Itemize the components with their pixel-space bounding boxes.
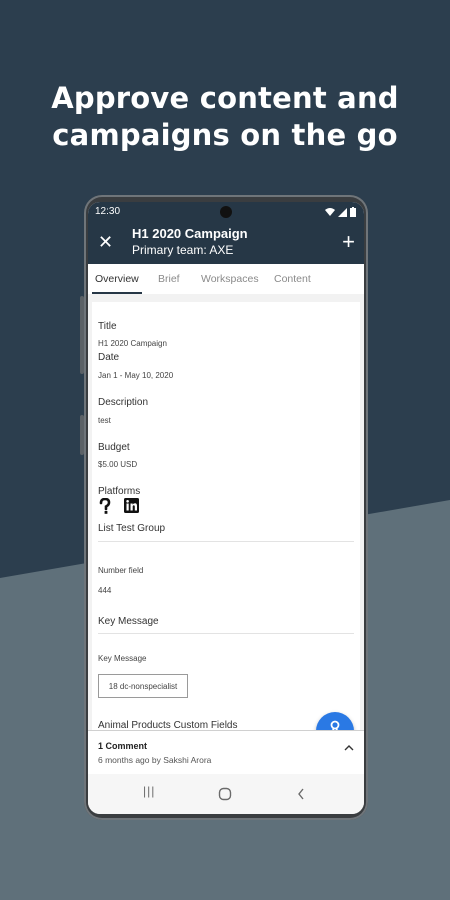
page-title: H1 2020 Campaign [132,226,248,241]
tab-workspaces[interactable]: Workspaces [201,273,259,285]
title-value: H1 2020 Campaign [98,339,167,348]
description-value: test [98,416,111,425]
headline-line-1: Approve content and [51,81,399,115]
budget-label: Budget [98,442,130,453]
divider [98,633,354,634]
recents-icon[interactable]: ||| [143,784,155,798]
title-label: Title [98,321,117,332]
overview-content[interactable]: Title H1 2020 Campaign Date Jan 1 - May … [88,294,364,738]
status-icons [325,207,356,217]
tab-bar: Overview Brief Workspaces Content [88,264,364,295]
date-value: Jan 1 - May 10, 2020 [98,371,174,380]
signal-icon [338,207,347,217]
budget-value: $5.00 USD [98,460,138,469]
phone-side-button-1 [80,296,84,374]
wifi-icon [325,208,335,216]
headline: Approve content and campaigns on the go [0,80,450,154]
key-message-section-label: Key Message [98,616,159,627]
status-bar: 12:30 [88,202,364,222]
number-field-label: Number field [98,566,144,575]
list-test-group-label: List Test Group [98,523,166,534]
battery-icon [350,207,356,217]
plus-icon[interactable]: + [342,231,355,253]
comments-meta: 6 months ago by Sakshi Arora [98,755,212,765]
platforms-label: Platforms [98,486,141,497]
tab-overview[interactable]: Overview [95,273,139,285]
details-card: Title H1 2020 Campaign Date Jan 1 - May … [92,302,360,738]
description-label: Description [98,397,149,408]
key-message-label: Key Message [98,654,147,663]
linkedin-icon [124,498,139,513]
status-time: 12:30 [95,206,121,217]
phone-side-button-2 [80,415,84,455]
tab-content[interactable]: Content [274,273,311,285]
home-icon[interactable] [218,787,232,801]
chevron-up-icon[interactable] [344,743,354,753]
headline-line-2: campaigns on the go [52,118,398,152]
page-subtitle: Primary team: AXE [132,243,234,257]
divider [98,541,354,542]
date-label: Date [98,352,120,363]
tab-brief[interactable]: Brief [158,273,180,285]
app-bar: ✕ H1 2020 Campaign Primary team: AXE + [88,222,364,264]
system-nav-bar: ||| [88,774,364,814]
front-camera [220,206,232,218]
number-field-value: 444 [98,586,112,595]
comments-count: 1 Comment [98,741,148,751]
key-message-chip[interactable]: 18 dc-nonspecialist [98,674,188,698]
phone-screen: 12:30 ✕ H1 2020 Campaign Primary team: A… [88,202,364,814]
close-icon[interactable]: ✕ [98,233,113,251]
question-icon [99,498,111,514]
back-icon[interactable] [296,787,306,801]
comments-panel[interactable]: 1 Comment 6 months ago by Sakshi Arora [88,730,364,775]
